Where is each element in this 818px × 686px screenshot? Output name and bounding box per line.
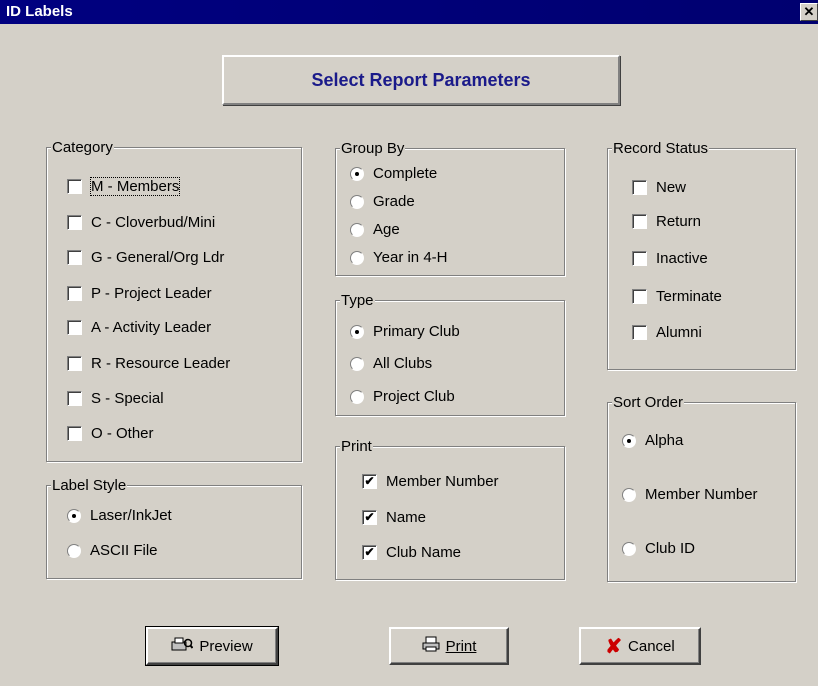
type-radio-all-clubs[interactable]: All Clubs bbox=[350, 355, 432, 372]
radio-button[interactable] bbox=[622, 541, 636, 556]
close-icon[interactable]: ✕ bbox=[800, 3, 818, 21]
category-checkbox-activity-leader[interactable]: A - Activity Leader bbox=[67, 319, 211, 336]
print-checkbox-member-number[interactable]: ✔ Member Number bbox=[362, 473, 499, 490]
type-legend: Type bbox=[340, 292, 375, 309]
printer-icon bbox=[422, 636, 440, 657]
print-legend: Print bbox=[340, 438, 373, 455]
checkbox-box[interactable] bbox=[67, 250, 82, 265]
sort-order-group: Sort Order Alpha Member Number Club ID bbox=[607, 394, 796, 582]
checkbox-box[interactable] bbox=[632, 180, 647, 195]
preview-button[interactable]: Preview bbox=[145, 626, 279, 666]
banner-title: Select Report Parameters bbox=[311, 70, 531, 90]
print-group: Print ✔ Member Number ✔ Name ✔ Club Name bbox=[335, 438, 565, 580]
print-button[interactable]: Print bbox=[389, 627, 509, 665]
checkbox-box[interactable] bbox=[67, 179, 82, 194]
record-status-legend: Record Status bbox=[612, 140, 710, 157]
record-status-checkbox-new[interactable]: New bbox=[632, 179, 686, 196]
category-checkbox-special[interactable]: S - Special bbox=[67, 390, 164, 407]
checkbox-box[interactable] bbox=[632, 325, 647, 340]
label-style-legend: Label Style bbox=[51, 477, 128, 494]
label-style-group: Label Style Laser/InkJet ASCII File bbox=[46, 477, 302, 579]
radio-button[interactable] bbox=[350, 194, 364, 209]
type-group: Type Primary Club All Clubs Project Club bbox=[335, 292, 565, 416]
preview-icon bbox=[171, 636, 194, 657]
record-status-checkbox-alumni[interactable]: Alumni bbox=[632, 324, 702, 341]
sort-order-radio-alpha[interactable]: Alpha bbox=[622, 432, 683, 449]
group-by-radio-year[interactable]: Year in 4-H bbox=[350, 249, 448, 266]
checkbox-box[interactable]: ✔ bbox=[362, 510, 377, 525]
record-status-checkbox-inactive[interactable]: Inactive bbox=[632, 250, 708, 267]
checkbox-box[interactable] bbox=[67, 320, 82, 335]
checkbox-box[interactable] bbox=[67, 286, 82, 301]
record-status-checkbox-terminate[interactable]: Terminate bbox=[632, 288, 722, 305]
radio-button[interactable] bbox=[350, 250, 364, 265]
print-button-label: Print bbox=[445, 637, 477, 655]
checkbox-box[interactable] bbox=[67, 215, 82, 230]
category-checkbox-other[interactable]: O - Other bbox=[67, 425, 154, 442]
title-bar: ID Labels ✕ bbox=[0, 0, 818, 24]
sort-order-legend: Sort Order bbox=[612, 394, 685, 411]
type-radio-primary-club[interactable]: Primary Club bbox=[350, 323, 460, 340]
checkbox-box[interactable] bbox=[67, 391, 82, 406]
checkbox-box[interactable] bbox=[632, 214, 647, 229]
sort-order-radio-club-id[interactable]: Club ID bbox=[622, 540, 695, 557]
checkbox-box[interactable]: ✔ bbox=[362, 474, 377, 489]
group-by-radio-age[interactable]: Age bbox=[350, 221, 400, 238]
checkbox-box[interactable] bbox=[67, 426, 82, 441]
radio-button[interactable] bbox=[67, 543, 81, 558]
category-group: Category M - Members C - Cloverbud/Mini … bbox=[46, 139, 302, 462]
category-checkbox-resource-leader[interactable]: R - Resource Leader bbox=[67, 355, 230, 372]
category-checkbox-project-leader[interactable]: P - Project Leader bbox=[67, 285, 212, 302]
group-by-legend: Group By bbox=[340, 140, 406, 157]
preview-button-label: Preview bbox=[199, 637, 253, 655]
radio-button[interactable] bbox=[350, 324, 364, 339]
radio-button[interactable] bbox=[350, 356, 364, 371]
window-title: ID Labels bbox=[6, 3, 73, 20]
cancel-button-label: Cancel bbox=[628, 637, 675, 655]
label-style-radio-ascii[interactable]: ASCII File bbox=[67, 542, 158, 559]
record-status-group: Record Status New Return Inactive Termin… bbox=[607, 140, 796, 370]
group-by-radio-complete[interactable]: Complete bbox=[350, 165, 437, 182]
radio-button[interactable] bbox=[622, 433, 636, 448]
group-by-group: Group By Complete Grade Age Year in 4-H bbox=[335, 140, 565, 276]
checkbox-box[interactable] bbox=[632, 251, 647, 266]
print-checkbox-club-name[interactable]: ✔ Club Name bbox=[362, 544, 461, 561]
group-by-radio-grade[interactable]: Grade bbox=[350, 193, 415, 210]
report-parameters-banner: Select Report Parameters bbox=[222, 55, 620, 105]
category-legend: Category bbox=[51, 139, 114, 156]
checkbox-box[interactable]: ✔ bbox=[362, 545, 377, 560]
category-checkbox-members[interactable]: M - Members bbox=[67, 177, 181, 196]
sort-order-radio-member-number[interactable]: Member Number bbox=[622, 486, 758, 503]
print-checkbox-name[interactable]: ✔ Name bbox=[362, 509, 426, 526]
radio-button[interactable] bbox=[350, 389, 364, 404]
radio-button[interactable] bbox=[622, 487, 636, 502]
record-status-checkbox-return[interactable]: Return bbox=[632, 213, 701, 230]
radio-button[interactable] bbox=[350, 166, 364, 181]
label-style-radio-laser[interactable]: Laser/InkJet bbox=[67, 507, 172, 524]
category-checkbox-cloverbud[interactable]: C - Cloverbud/Mini bbox=[67, 214, 215, 231]
category-checkbox-general[interactable]: G - General/Org Ldr bbox=[67, 249, 224, 266]
radio-button[interactable] bbox=[350, 222, 364, 237]
cancel-x-icon: ✘ bbox=[605, 635, 623, 658]
radio-button[interactable] bbox=[67, 508, 81, 523]
cancel-button[interactable]: ✘ Cancel bbox=[579, 627, 701, 665]
checkbox-box[interactable] bbox=[67, 356, 82, 371]
type-radio-project-club[interactable]: Project Club bbox=[350, 388, 455, 405]
checkbox-box[interactable] bbox=[632, 289, 647, 304]
